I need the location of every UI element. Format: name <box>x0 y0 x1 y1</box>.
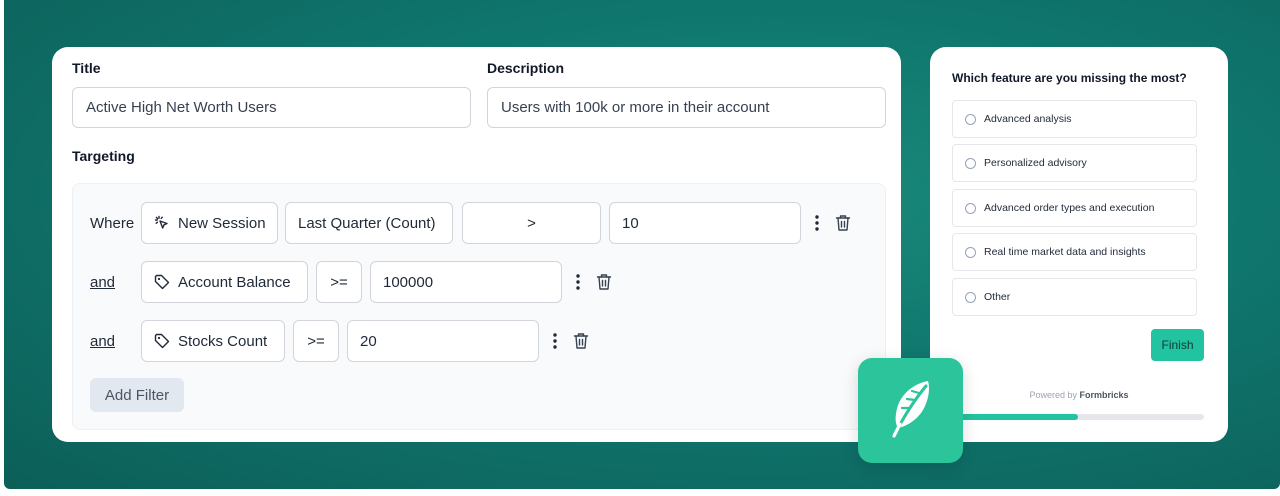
filter-attribute-new-session[interactable]: New Session <box>141 202 278 244</box>
powered-by-prefix: Powered by <box>1029 390 1077 400</box>
filter-connector-and[interactable]: and <box>90 333 115 350</box>
trash-icon[interactable] <box>573 332 589 355</box>
more-options-icon[interactable] <box>813 214 821 237</box>
survey-option[interactable]: Real time market data and insights <box>952 233 1197 271</box>
tag-icon <box>154 333 170 349</box>
filter-attribute-stocks-count[interactable]: Stocks Count <box>141 320 285 362</box>
title-label: Title <box>72 60 101 76</box>
radio-icon[interactable] <box>965 291 976 303</box>
radio-icon[interactable] <box>965 246 976 258</box>
survey-preview-card: Which feature are you missing the most? … <box>930 47 1228 442</box>
filter-value-input[interactable]: 20 <box>347 320 539 362</box>
radio-icon[interactable] <box>965 113 976 125</box>
progress-fill <box>952 414 1078 420</box>
trash-icon[interactable] <box>596 273 612 296</box>
filter-value-input[interactable]: 10 <box>609 202 801 244</box>
survey-option-label: Real time market data and insights <box>984 246 1146 258</box>
filter-attribute-label: New Session <box>178 214 266 232</box>
app-logo <box>858 358 963 463</box>
description-input[interactable]: Users with 100k or more in their account <box>487 87 886 128</box>
powered-by-text: Powered by Formbricks <box>930 390 1228 400</box>
filter-qualifier-select[interactable]: Last Quarter (Count) <box>285 202 453 244</box>
filter-connector-where: Where <box>90 215 135 232</box>
survey-option-label: Advanced order types and execution <box>984 202 1155 214</box>
segment-editor-card: Title Active High Net Worth Users Descri… <box>52 47 901 442</box>
trash-icon[interactable] <box>835 214 851 237</box>
filter-connector-and[interactable]: and <box>90 274 115 291</box>
radio-icon[interactable] <box>965 157 976 169</box>
filter-operator-select[interactable]: > <box>462 202 601 244</box>
targeting-label: Targeting <box>72 148 135 164</box>
cursor-click-icon <box>154 215 170 231</box>
title-input[interactable]: Active High Net Worth Users <box>72 87 471 128</box>
survey-question: Which feature are you missing the most? <box>952 71 1187 85</box>
filter-attribute-label: Stocks Count <box>178 332 268 350</box>
finish-button[interactable]: Finish <box>1151 329 1204 361</box>
survey-option[interactable]: Advanced analysis <box>952 100 1197 138</box>
survey-option-label: Other <box>984 291 1011 303</box>
survey-option[interactable]: Advanced order types and execution <box>952 189 1197 227</box>
powered-by-brand[interactable]: Formbricks <box>1080 390 1129 400</box>
survey-option[interactable]: Other <box>952 278 1197 316</box>
description-label: Description <box>487 60 565 76</box>
survey-option[interactable]: Personalized advisory <box>952 144 1197 182</box>
add-filter-button[interactable]: Add Filter <box>90 378 184 412</box>
more-options-icon[interactable] <box>551 332 559 355</box>
progress-bar <box>952 414 1204 420</box>
tag-icon <box>154 274 170 290</box>
radio-icon[interactable] <box>965 202 976 214</box>
filter-attribute-label: Account Balance <box>178 273 291 291</box>
filter-operator-select[interactable]: >= <box>316 261 362 303</box>
feather-logo-icon <box>888 378 934 443</box>
filter-operator-select[interactable]: >= <box>293 320 339 362</box>
survey-option-label: Advanced analysis <box>984 113 1072 125</box>
survey-option-label: Personalized advisory <box>984 157 1087 169</box>
filter-attribute-account-balance[interactable]: Account Balance <box>141 261 308 303</box>
more-options-icon[interactable] <box>574 273 582 296</box>
filters-panel: Where New Session Last Quarter (Count) >… <box>72 183 886 430</box>
filter-value-input[interactable]: 100000 <box>370 261 562 303</box>
